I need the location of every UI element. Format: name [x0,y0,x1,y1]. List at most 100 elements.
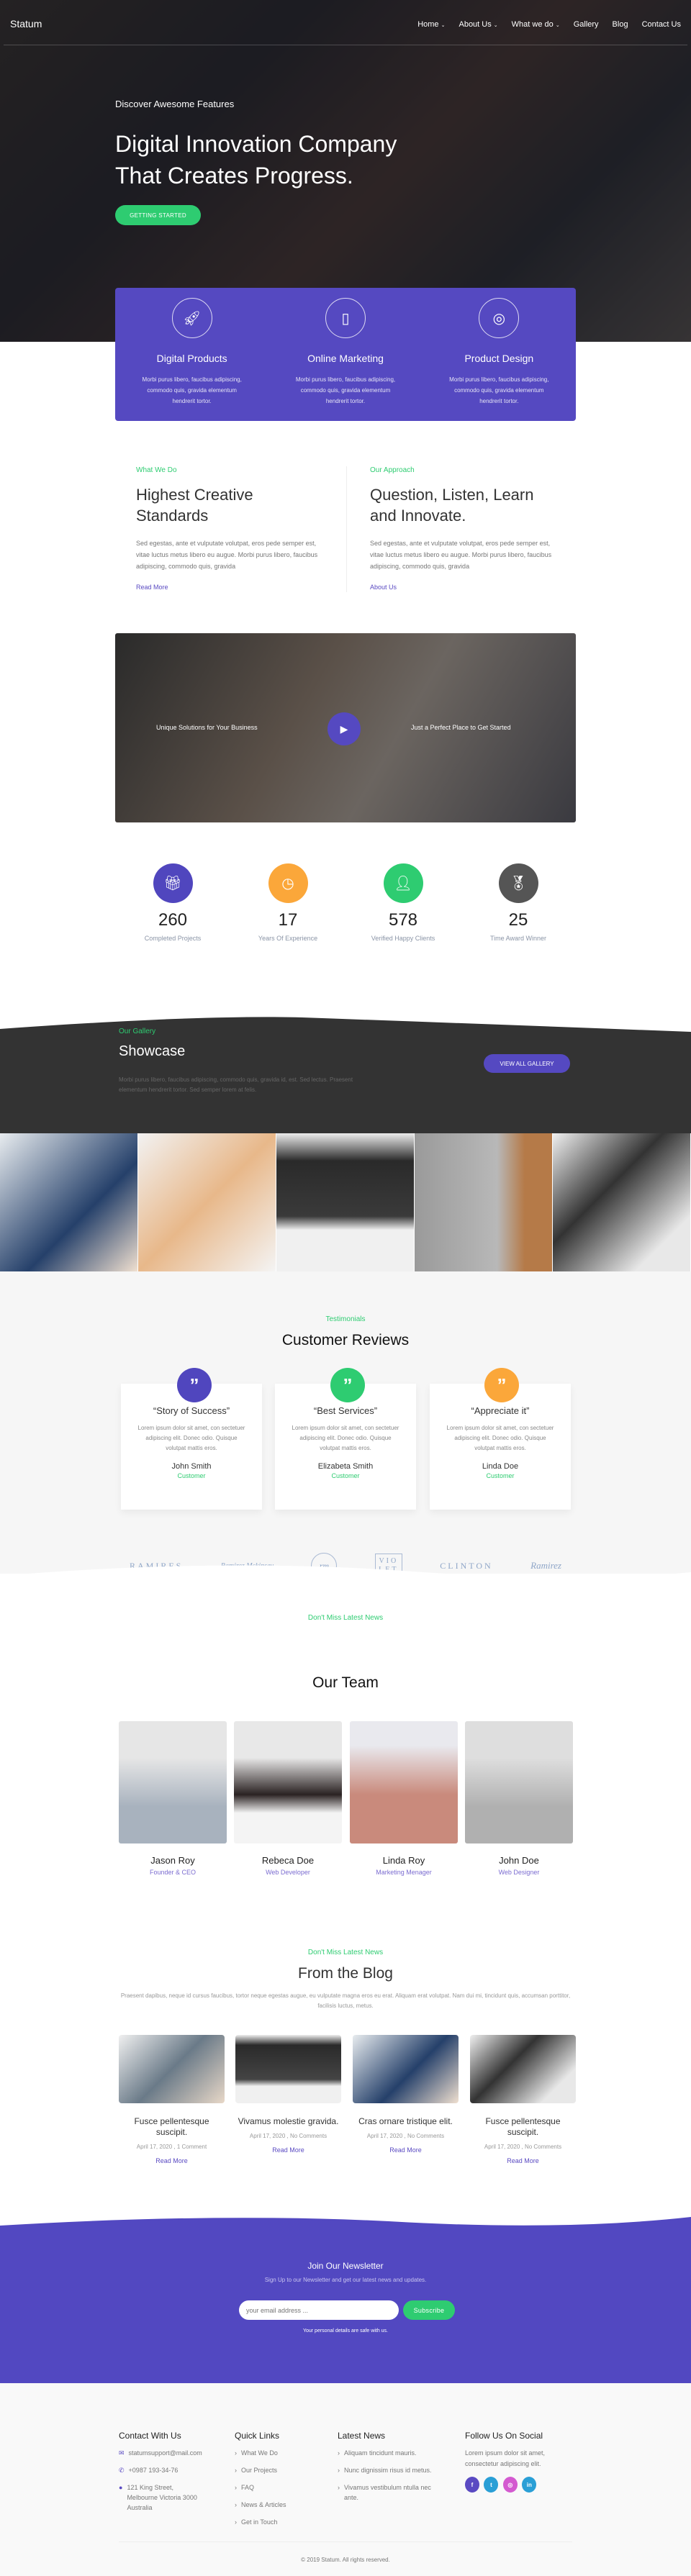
gallery-image[interactable] [138,1133,276,1271]
twitter-icon[interactable]: t [484,2477,499,2493]
contact-email[interactable]: statumsupport@mail.com [129,2448,202,2458]
gallery-image[interactable] [276,1133,415,1271]
news-link[interactable]: › Aliquam tincidunt mauris. [338,2448,435,2458]
blog-description: Praesent dapibus, neque id cursus faucib… [120,1992,571,2009]
read-more-link[interactable]: Read More [470,2157,576,2164]
getting-started-button[interactable]: GETTING STARTED [115,205,201,225]
play-icon[interactable]: ▶ [328,712,361,745]
quick-link[interactable]: › What We Do [235,2448,321,2458]
read-more-link[interactable]: Read More [119,2157,225,2164]
video-right-caption: Just a Perfect Place to Get Started [411,724,511,731]
testimonial-card: “Appreciate it” Lorem ipsum dolor sit ame… [430,1384,571,1510]
showcase-text: Morbi purus libero, faucibus adipiscing,… [119,1076,353,1093]
testimonial-card: “Story of Success” Lorem ipsum dolor sit … [121,1384,262,1510]
stat-item: 🏅︎ 25 Time Award Winner [461,863,576,942]
newsletter-subtitle: Sign Up to our Newsletter and get our la… [264,2277,427,2283]
read-more-link[interactable]: Read More [353,2146,459,2154]
post-image[interactable] [353,2035,459,2103]
quick-link[interactable]: › News & Articles [235,2500,321,2510]
news-link[interactable]: › Vivamus vestibulum ntulla nec ante. [338,2482,435,2503]
nav-blog[interactable]: Blog [613,20,628,29]
footer-quick-links: Quick Links › What We Do › Our Projects › F… [235,2431,321,2527]
team-member[interactable]: John Doe Web Designer [465,1721,573,1876]
chevron-right-icon: › [338,2484,340,2491]
location-icon: ● [119,2484,123,2491]
chevron-down-icon: ⌄ [493,23,498,28]
read-more-link[interactable]: Read More [235,2146,341,2154]
news-link[interactable]: › Nunc dignissim risus id metus. [338,2465,435,2475]
main-nav: Home ⌄ About Us ⌄ What we do ⌄ Gallery B… [417,20,681,29]
nav-home[interactable]: Home ⌄ [417,20,445,29]
hero-tagline: Discover Awesome Features [115,99,235,109]
showcase-label: Our Gallery [119,1028,156,1035]
read-more-link[interactable]: Read More [136,584,330,591]
stat-item: 👤︎ 578 Verified Happy Clients [346,863,461,942]
subscribe-button[interactable]: Subscribe [403,2300,455,2320]
contact-phone[interactable]: +0987 193-34-76 [129,2465,179,2475]
mail-icon: ✉ [119,2449,125,2457]
post-image[interactable] [235,2035,341,2103]
blog-title: From the Blog [298,1965,393,1982]
chevron-right-icon: › [235,2484,237,2491]
team-member[interactable]: Linda Roy Marketing Menager [350,1721,458,1876]
clock-icon: ◷ [268,863,308,903]
gallery-strip [0,1133,691,1271]
quick-link[interactable]: › Our Projects [235,2465,321,2475]
blog-label: Don't Miss Latest News [307,1949,384,1956]
team-label: Don't Miss Latest News [307,1614,384,1622]
wave-divider [0,1565,691,1587]
column-divider [346,466,347,592]
phone-icon: ✆ [119,2467,125,2474]
gallery-image[interactable] [0,1133,138,1271]
member-photo [465,1721,573,1843]
chevron-right-icon: › [235,2518,237,2526]
email-input[interactable] [239,2300,399,2320]
rocket-icon: 🚀︎ [171,298,212,338]
testimonial-card: “Best Services” Lorem ipsum dolor sit ame… [275,1384,416,1510]
view-all-gallery-button[interactable]: VIEW ALL GALLERY [484,1054,570,1073]
brand-logo[interactable]: Statum [10,18,42,30]
fingerprint-icon: ◎ [479,298,520,338]
nav-about[interactable]: About Us ⌄ [459,20,497,29]
nav-gallery[interactable]: Gallery [574,20,599,29]
chevron-down-icon: ⌄ [555,23,560,28]
footer-divider [119,2541,572,2542]
feature-card: ◎ Product Design Morbi purus libero, fauci… [423,288,576,421]
newsletter-note: Your personal details are safe with us. [302,2328,389,2334]
newsletter-title: Join Our Newsletter [307,2261,384,2271]
award-icon: 🏅︎ [498,863,538,903]
hero-title: Digital Innovation Company That Creates P… [115,131,397,189]
quick-link[interactable]: › Get in Touch [235,2517,321,2527]
post-image[interactable] [470,2035,576,2103]
quote-icon: ” [330,1368,365,1402]
video-left-caption: Unique Solutions for Your Business [156,724,258,731]
post-image[interactable] [119,2035,225,2103]
team-member[interactable]: Rebeca Doe Web Developer [234,1721,342,1876]
facebook-icon[interactable]: f [465,2477,479,2493]
chevron-right-icon: › [235,2467,237,2474]
footer-contact: Contact With Us ✉ statumsupport@mail.com … [119,2431,205,2513]
quote-icon: ” [177,1368,212,1402]
nav-contact[interactable]: Contact Us [642,20,681,29]
features-panel: 🚀︎ Digital Products Morbi purus libero, fa… [115,288,576,421]
team-member[interactable]: Jason Roy Founder & CEO [119,1721,227,1876]
feature-card: ▯ Online Marketing Morbi purus libero, fau… [268,288,422,421]
testimonials-title: Customer Reviews [281,1332,410,1348]
about-us-link[interactable]: About Us [370,584,564,591]
stat-item: ◷ 17 Years Of Experience [230,863,346,942]
what-we-do-column: What We Do Highest Creative Standards Se… [136,466,330,591]
linkedin-icon[interactable]: in [522,2477,537,2493]
nav-what-we-do[interactable]: What we do ⌄ [512,20,560,29]
chevron-down-icon: ⌄ [441,23,446,28]
feature-card: 🚀︎ Digital Products Morbi purus libero, fa… [115,288,268,421]
member-photo [350,1721,458,1843]
quick-link[interactable]: › FAQ [235,2482,321,2493]
instagram-icon[interactable]: ◎ [502,2477,518,2493]
gallery-image[interactable] [553,1133,691,1271]
team-title: Our Team [312,1674,379,1691]
our-approach-column: Our Approach Question, Listen, Learn and… [370,466,564,591]
testimonials-label: Testimonials [325,1315,366,1323]
copyright: © 2019 Statum. All rights reserved. [301,2557,390,2563]
gallery-image[interactable] [415,1133,553,1271]
chevron-right-icon: › [338,2467,340,2474]
